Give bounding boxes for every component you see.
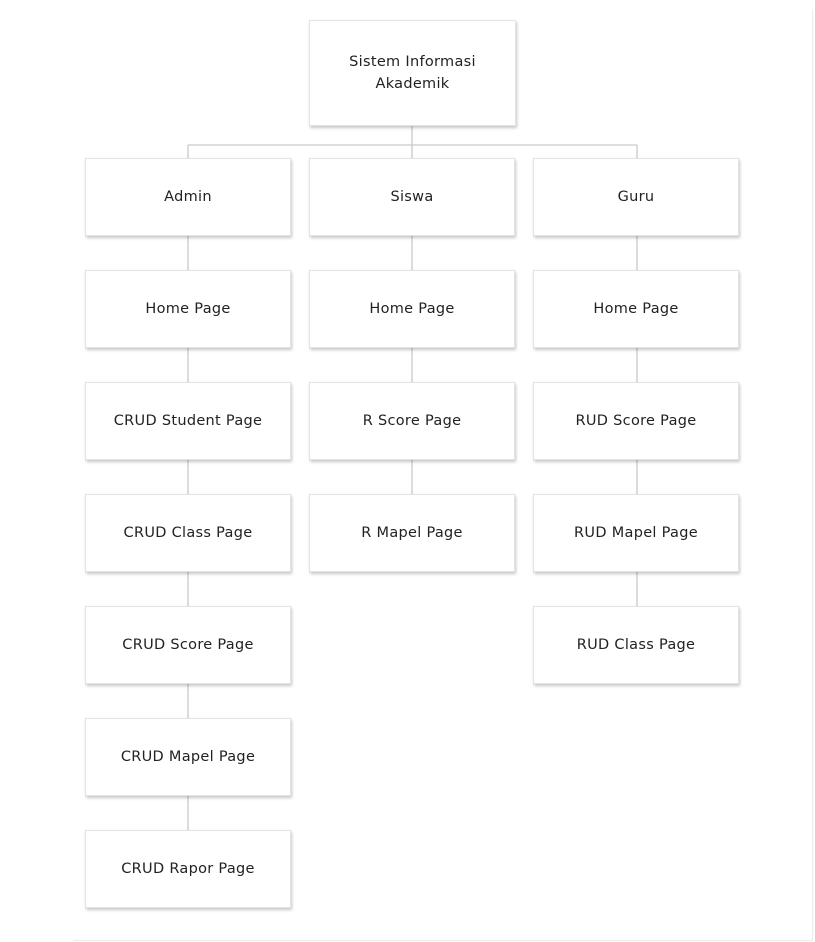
node-label: RUD Mapel Page [574, 525, 698, 541]
node-label: R Mapel Page [361, 525, 463, 541]
node-siswa-r-score-page: R Score Page [309, 382, 515, 460]
node-label: CRUD Rapor Page [121, 861, 255, 877]
node-label: CRUD Class Page [123, 525, 253, 541]
node-siswa-label: Siswa [390, 189, 434, 205]
connector-lines [187, 126, 638, 830]
node-admin-crud-score-page: CRUD Score Page [85, 606, 291, 684]
diagram-canvas: Sistem Informasi Akademik Admin Siswa Gu… [0, 0, 815, 942]
node-guru-rud-class-page: RUD Class Page [533, 606, 739, 684]
node-admin-label: Admin [164, 189, 212, 205]
node-admin-crud-rapor-page: CRUD Rapor Page [85, 830, 291, 908]
node-label: RUD Class Page [576, 637, 696, 653]
node-guru-label: Guru [617, 189, 655, 205]
node-label: CRUD Student Page [113, 413, 263, 429]
node-siswa-home-page: Home Page [309, 270, 515, 348]
node-admin-crud-mapel-page: CRUD Mapel Page [85, 718, 291, 796]
node-label: CRUD Score Page [122, 637, 254, 653]
root-node: Sistem Informasi Akademik [309, 20, 516, 126]
node-guru-home-page: Home Page [533, 270, 739, 348]
node-guru-rud-mapel-page: RUD Mapel Page [533, 494, 739, 572]
node-label: CRUD Mapel Page [120, 749, 256, 765]
node-admin-home-page: Home Page [85, 270, 291, 348]
node-label: Home Page [369, 301, 455, 317]
root-node-label: Sistem Informasi Akademik [349, 54, 476, 92]
node-admin-crud-student-page: CRUD Student Page [85, 382, 291, 460]
node-label: Home Page [593, 301, 679, 317]
node-label: R Score Page [362, 413, 462, 429]
node-siswa: Siswa [309, 158, 515, 236]
node-siswa-r-mapel-page: R Mapel Page [309, 494, 515, 572]
node-label: Home Page [145, 301, 231, 317]
node-guru-rud-score-page: RUD Score Page [533, 382, 739, 460]
node-label: RUD Score Page [575, 413, 697, 429]
node-admin-crud-class-page: CRUD Class Page [85, 494, 291, 572]
node-guru: Guru [533, 158, 739, 236]
node-admin: Admin [85, 158, 291, 236]
